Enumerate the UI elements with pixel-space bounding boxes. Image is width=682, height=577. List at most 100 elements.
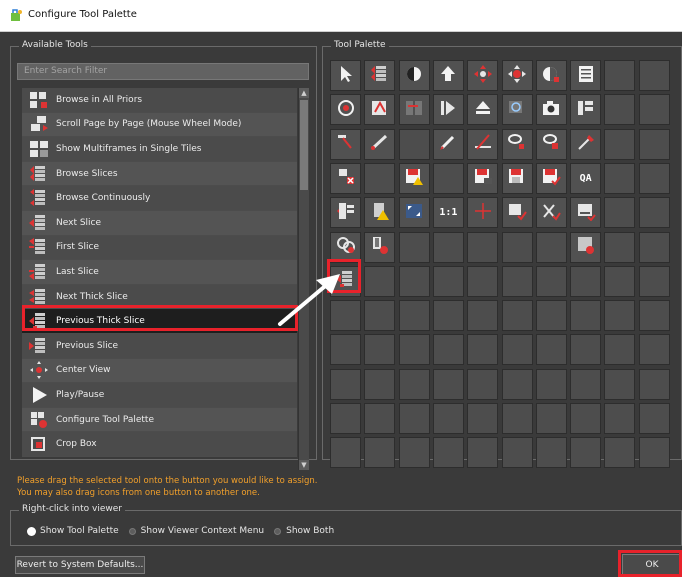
palette-cell[interactable] xyxy=(570,368,602,400)
right-click-option[interactable]: Show Both xyxy=(274,526,334,536)
palette-cell[interactable] xyxy=(604,334,636,366)
search-input[interactable]: Enter Search Filter xyxy=(17,63,309,80)
palette-cell[interactable] xyxy=(398,231,430,263)
palette-cell[interactable] xyxy=(364,162,396,194)
palette-cell[interactable] xyxy=(604,265,636,297)
palette-cell[interactable] xyxy=(535,265,567,297)
list-item[interactable]: Center View xyxy=(22,358,297,384)
right-click-option[interactable]: Show Tool Palette xyxy=(28,526,119,536)
palette-cell[interactable] xyxy=(432,403,464,434)
list-item[interactable]: Last Slice xyxy=(22,260,297,285)
palette-cell[interactable] xyxy=(398,128,430,160)
palette-cell[interactable] xyxy=(432,94,464,126)
palette-cell[interactable] xyxy=(330,197,361,229)
palette-cell[interactable] xyxy=(432,162,464,194)
palette-cell[interactable] xyxy=(398,197,430,229)
palette-cell[interactable] xyxy=(364,300,396,332)
palette-cell[interactable] xyxy=(535,60,567,91)
palette-cell[interactable] xyxy=(570,265,602,297)
palette-cell[interactable] xyxy=(330,403,361,434)
palette-cell[interactable] xyxy=(638,197,670,229)
palette-cell[interactable] xyxy=(467,162,499,194)
palette-cell[interactable] xyxy=(535,437,567,469)
palette-cell[interactable] xyxy=(432,300,464,332)
palette-cell[interactable] xyxy=(364,128,396,160)
list-item[interactable]: Crop Box xyxy=(22,432,297,457)
palette-cell[interactable] xyxy=(501,403,533,434)
palette-cell[interactable] xyxy=(364,368,396,400)
palette-cell[interactable] xyxy=(501,94,533,126)
palette-cell[interactable] xyxy=(638,437,670,469)
radio-button-icon[interactable] xyxy=(128,527,136,535)
palette-cell[interactable] xyxy=(638,94,670,126)
palette-cell[interactable] xyxy=(330,334,361,366)
palette-cell[interactable] xyxy=(501,437,533,469)
palette-cell[interactable] xyxy=(604,94,636,126)
palette-cell[interactable] xyxy=(432,128,464,160)
palette-cell[interactable] xyxy=(501,265,533,297)
palette-cell[interactable] xyxy=(330,368,361,400)
palette-cell[interactable] xyxy=(432,60,464,91)
palette-cell[interactable] xyxy=(570,128,602,160)
palette-cell[interactable] xyxy=(638,60,670,91)
palette-cell[interactable] xyxy=(501,60,533,91)
palette-cell[interactable] xyxy=(398,368,430,400)
palette-cell[interactable] xyxy=(432,265,464,297)
list-item[interactable]: Browse in All Priors xyxy=(22,88,297,113)
palette-cell[interactable] xyxy=(432,437,464,469)
palette-cell[interactable] xyxy=(467,60,499,91)
palette-cell[interactable] xyxy=(535,403,567,434)
palette-cell[interactable] xyxy=(364,231,396,263)
palette-cell[interactable] xyxy=(604,197,636,229)
palette-cell[interactable] xyxy=(398,265,430,297)
palette-cell[interactable] xyxy=(467,368,499,400)
list-item[interactable]: Browse Continuously xyxy=(22,186,297,211)
palette-cell[interactable] xyxy=(398,300,430,332)
list-item[interactable]: Show Multiframes in Single Tiles xyxy=(22,137,297,162)
palette-cell[interactable] xyxy=(432,368,464,400)
list-item[interactable]: Configure Tool Palette xyxy=(22,407,297,433)
palette-cell[interactable] xyxy=(570,94,602,126)
palette-cell[interactable] xyxy=(467,94,499,126)
palette-cell[interactable] xyxy=(467,231,499,263)
palette-cell[interactable] xyxy=(604,300,636,332)
palette-cell[interactable] xyxy=(570,403,602,434)
palette-cell[interactable] xyxy=(398,94,430,126)
list-item[interactable]: Browse Slices xyxy=(22,161,297,187)
list-item[interactable]: Scroll Page by Page (Mouse Wheel Mode) xyxy=(22,112,297,138)
palette-cell[interactable] xyxy=(638,231,670,263)
palette-cell[interactable] xyxy=(432,231,464,263)
scroll-thumb[interactable] xyxy=(300,100,308,190)
palette-cell[interactable] xyxy=(432,334,464,366)
palette-cell[interactable] xyxy=(364,94,396,126)
palette-cell[interactable] xyxy=(535,94,567,126)
palette-cell[interactable] xyxy=(638,265,670,297)
palette-cell[interactable] xyxy=(638,334,670,366)
palette-cell[interactable] xyxy=(330,231,361,263)
list-item[interactable]: Play/Pause xyxy=(22,383,297,408)
palette-cell[interactable] xyxy=(535,334,567,366)
palette-cell[interactable] xyxy=(638,368,670,400)
palette-cell[interactable] xyxy=(467,403,499,434)
palette-cell[interactable] xyxy=(501,128,533,160)
palette-cell[interactable] xyxy=(604,162,636,194)
scroll-up-icon[interactable]: ▲ xyxy=(299,88,309,98)
palette-cell[interactable] xyxy=(467,197,499,229)
palette-cell[interactable] xyxy=(604,368,636,400)
palette-cell[interactable]: QA xyxy=(570,162,602,194)
palette-cell[interactable] xyxy=(364,197,396,229)
palette-cell[interactable]: 1:1 xyxy=(432,197,464,229)
palette-cell[interactable] xyxy=(604,403,636,434)
palette-cell[interactable] xyxy=(535,231,567,263)
palette-cell[interactable] xyxy=(398,162,430,194)
scroll-down-icon[interactable]: ▼ xyxy=(299,460,309,470)
palette-cell[interactable] xyxy=(570,231,602,263)
list-item[interactable]: Previous Slice xyxy=(22,333,297,359)
palette-cell[interactable] xyxy=(364,265,396,297)
palette-cell[interactable] xyxy=(638,128,670,160)
palette-cell[interactable] xyxy=(398,60,430,91)
palette-cell[interactable] xyxy=(330,128,361,160)
palette-cell[interactable] xyxy=(364,437,396,469)
palette-cell[interactable] xyxy=(535,162,567,194)
palette-cell[interactable] xyxy=(604,231,636,263)
